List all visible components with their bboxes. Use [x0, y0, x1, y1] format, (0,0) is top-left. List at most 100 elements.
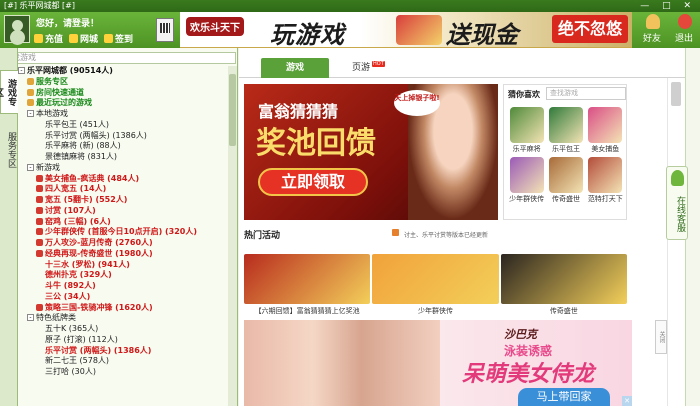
vertical-tabs: 游戏专区 服务专区 — [0, 48, 18, 406]
tree-node-label: 服务专区 — [36, 76, 68, 86]
tree-node[interactable]: 原子 (打滚) (112人) — [18, 335, 228, 346]
window-titlebar: [#] 乐平网城都 [#] — □ ✕ — [0, 0, 700, 12]
netcity-button[interactable]: 网城 — [69, 32, 98, 45]
tree-node[interactable]: 少年群侠传 (首服今日10点开启) (320人) — [18, 227, 228, 238]
tree-node[interactable]: - 乐平网城都 (90514人) — [18, 66, 228, 77]
exit-button[interactable]: 退出 — [668, 12, 700, 48]
tab-games-main[interactable]: 游戏 — [261, 58, 329, 78]
sidebar-scrollbar[interactable] — [228, 66, 237, 406]
tree-node[interactable]: - 特色纸牌类 — [18, 313, 228, 324]
tree-node[interactable]: 新二七王 (578人) — [18, 356, 228, 367]
window-controls[interactable]: — □ ✕ — [640, 0, 696, 12]
tree-node[interactable]: 乐平讨赏 (两幅头) (1386人) — [18, 346, 228, 357]
tree-node[interactable]: 服务专区 — [18, 77, 228, 88]
avatar[interactable] — [4, 15, 30, 43]
banner-text-right: 送现金 — [446, 21, 518, 48]
tree-node[interactable]: 万人攻沙-蓝月传奇 (2760人) — [18, 238, 228, 249]
tree-node[interactable]: 四人宽五 (14人) — [18, 184, 228, 195]
recharge-button[interactable]: 充值 — [34, 32, 63, 45]
activity-card[interactable]: 【六期回馈】富翁猜猜猜上亿奖池 — [244, 254, 371, 316]
hot-activities-header: 热门活动 讨主、乐平讨赏等版本已经更新 — [244, 228, 627, 241]
tree-node[interactable]: 宽五 (5翻卡) (552人) — [18, 195, 228, 206]
favorite-game[interactable]: 乐平包王 — [546, 107, 585, 154]
content-scrollbar[interactable] — [667, 78, 685, 406]
tree-node-label: 窑鸡 (三幅) (6人) — [45, 216, 111, 226]
favorites-grid: 乐平麻将 乐平包王 美女捕鱼少年群侠传 传奇盛世 范特打天下 — [507, 107, 625, 204]
close-ad-button[interactable]: 关闭 — [655, 320, 667, 354]
expand-toggle-icon[interactable]: - — [27, 163, 34, 171]
expand-toggle-icon[interactable]: - — [27, 314, 34, 322]
game-thumbnail — [509, 107, 544, 143]
expand-toggle-icon[interactable]: - — [27, 110, 34, 117]
top-ad-banner[interactable]: 欢乐斗天下 玩游戏 送现金 绝不忽悠 — [180, 12, 632, 48]
game-icon — [36, 239, 43, 246]
ad-headline: 呆萌美女侍龙 — [462, 362, 595, 387]
favorite-game[interactable]: 美女捕鱼 — [586, 107, 625, 154]
game-icon — [36, 249, 43, 257]
claim-button[interactable]: 立即领取 — [258, 168, 368, 196]
tree-node[interactable]: 窑鸡 (三幅) (6人) — [18, 217, 228, 228]
hot-badge: HOT — [372, 61, 385, 67]
game-search-input[interactable]: 查找游戏 — [0, 52, 236, 64]
cards-icon — [396, 15, 442, 45]
tree-node[interactable]: 策略三国-铁骑冲锋 (1620人) — [18, 303, 228, 314]
favorites-title: 猜你喜欢 — [508, 90, 540, 99]
activity-label: 少年群侠传 — [417, 307, 453, 315]
game-icon — [27, 77, 34, 85]
tree-node[interactable]: - 本地游戏 — [18, 109, 228, 120]
tab-services[interactable]: 服务专区 — [0, 128, 18, 172]
ad-line2: 奖池回馈 — [256, 126, 376, 161]
checkin-button[interactable]: 签到 — [104, 32, 133, 45]
expand-toggle-icon[interactable]: - — [18, 67, 25, 74]
tree-node[interactable]: 三公 (34人) — [18, 292, 228, 303]
login-greeting[interactable]: 您好，请登录！ — [36, 16, 99, 29]
swimsuit-ad[interactable]: 沙巴克 泳装诱惑 呆萌美女侍龙 马上带回家 ✕ — [244, 320, 632, 406]
favorite-game[interactable]: 传奇盛世 — [546, 157, 585, 204]
tree-node[interactable]: 十三水 (罗松) (941人) — [18, 260, 228, 271]
tree-node[interactable]: 乐平包王 (451人) — [18, 120, 228, 131]
favorites-search-input[interactable]: 查找游戏 — [546, 87, 626, 100]
tree-node[interactable]: 最近玩过的游戏 — [18, 98, 228, 109]
favorite-game[interactable]: 乐平麻将 — [507, 107, 546, 154]
game-thumbnail — [509, 157, 544, 193]
tree-node-label: 经典再现-传奇盛世 (1980人) — [45, 248, 153, 258]
tree-node-label: 特色纸牌类 — [36, 313, 76, 323]
friends-button[interactable]: 好友 — [636, 12, 668, 48]
ad-close-icon[interactable]: ✕ — [622, 396, 632, 406]
tree-node[interactable]: 德州扑克 (329人) — [18, 270, 228, 281]
jackpot-ad[interactable]: 富翁猜猜猜 奖池回馈 立即领取 天上掉银子啦! — [244, 84, 498, 220]
tree-node[interactable]: 五十K (365人) — [18, 324, 228, 335]
tree-node[interactable]: 经典再现-传奇盛世 (1980人) — [18, 249, 228, 260]
tree-node[interactable]: 乐平麻将 (新) (88人) — [18, 141, 228, 152]
scrollbar-thumb[interactable] — [671, 82, 681, 106]
game-thumbnail — [548, 157, 583, 193]
activity-card[interactable]: 少年群侠传 — [372, 254, 499, 316]
game-icon — [27, 88, 34, 96]
banner-cta[interactable]: 绝不忽悠 — [552, 15, 628, 43]
activity-label: 【六期回馈】富翁猜猜猜上亿奖池 — [254, 307, 360, 315]
tree-node[interactable]: 讨赏 (107人) — [18, 206, 228, 217]
ad-cta-button[interactable]: 马上带回家 — [518, 388, 610, 406]
tree-node-label: 乐平麻将 (新) (88人) — [45, 141, 121, 151]
favorite-game-label: 少年群侠传 — [509, 195, 545, 203]
tree-node[interactable]: 乐平讨赏 (两幅头) (1386人) — [18, 131, 228, 142]
scrollbar-thumb[interactable] — [229, 74, 236, 146]
customer-service-button[interactable]: 在线客服 — [666, 166, 688, 240]
tree-node-label: 最近玩过的游戏 — [36, 98, 92, 108]
favorite-game[interactable]: 范特打天下 — [586, 157, 625, 204]
tab-games[interactable]: 游戏专区 — [0, 70, 18, 114]
tree-node[interactable]: 房间快速通道 — [18, 88, 228, 99]
tree-node[interactable]: 景德镇麻将 (831人) — [18, 152, 228, 163]
tree-node-label: 新游戏 — [36, 162, 60, 172]
favorite-game[interactable]: 少年群侠传 — [507, 157, 546, 204]
tree-node[interactable]: 斗牛 (892人) — [18, 281, 228, 292]
tree-node[interactable]: 美女捕鱼-疯话典 (484人) — [18, 174, 228, 185]
qr-code-icon[interactable] — [156, 18, 174, 42]
game-icon — [36, 206, 43, 214]
activity-card[interactable]: 传奇盛世 — [500, 254, 627, 316]
tree-node-label: 万人攻沙-蓝月传奇 (2760人) — [45, 238, 153, 247]
tree-node[interactable]: - 新游戏 — [18, 163, 228, 174]
game-icon — [36, 185, 43, 193]
tree-node[interactable]: 三打哈 (30人) — [18, 367, 228, 378]
news-ticker[interactable]: 讨主、乐平讨赏等版本已经更新 — [404, 230, 488, 239]
